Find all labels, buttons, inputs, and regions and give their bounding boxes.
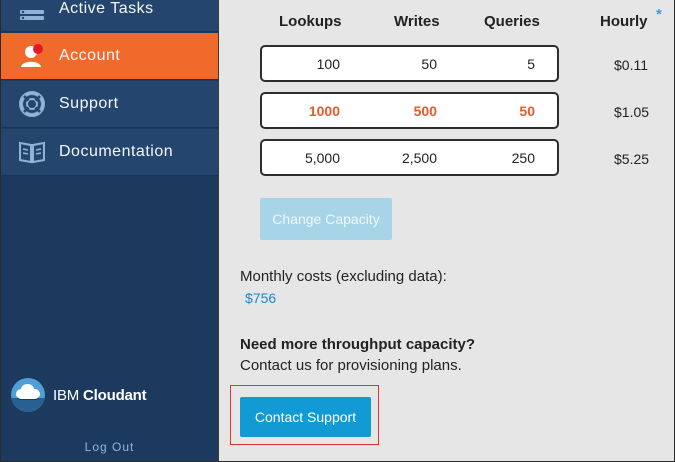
monthly-costs-label: Monthly costs (excluding data):	[240, 268, 447, 285]
queries-value: 50	[519, 103, 535, 119]
sidebar-item-label: Support	[59, 95, 119, 112]
hourly-price: $0.11	[614, 57, 648, 73]
sidebar-item-label: Account	[59, 47, 121, 64]
writes-value: 2,500	[401, 150, 437, 166]
change-capacity-button[interactable]: Change Capacity	[260, 198, 392, 240]
brand-logo: IBM Cloudant	[11, 378, 147, 412]
lookups-value: 100	[316, 56, 340, 72]
writes-value: 500	[413, 103, 437, 119]
sidebar-item-label: Active Tasks	[59, 0, 154, 17]
throughput-description: Contact us for provisioning plans.	[240, 357, 462, 374]
column-header-hourly: Hourly	[600, 13, 648, 30]
brand-name: IBM Cloudant	[53, 386, 147, 404]
sidebar-item-label: Documentation	[59, 143, 174, 160]
column-header-lookups: Lookups	[279, 13, 342, 30]
logout-link[interactable]: Log Out	[1, 440, 218, 454]
sidebar: Active Tasks Account Support Documentati…	[1, 0, 218, 461]
writes-value: 50	[421, 56, 437, 72]
sidebar-item-documentation[interactable]: Documentation	[1, 129, 218, 176]
contact-support-button[interactable]: Contact Support	[240, 397, 371, 437]
brand-cloudant: Cloudant	[83, 386, 147, 404]
sidebar-item-active-tasks[interactable]: Active Tasks	[1, 0, 218, 32]
sidebar-item-account[interactable]: Account	[1, 33, 218, 80]
monthly-costs-value: $756	[245, 290, 277, 306]
hourly-footnote-asterisk: *	[656, 6, 662, 23]
throughput-heading: Need more throughput capacity?	[240, 336, 476, 353]
lifebuoy-icon	[19, 91, 45, 117]
user-account-icon	[19, 43, 45, 69]
hourly-price: $5.25	[614, 151, 650, 167]
main-content: Lookups Writes Queries Hourly * 100 50 5…	[218, 0, 674, 461]
tasks-list-icon	[19, 0, 45, 22]
hourly-price: $1.05	[614, 104, 650, 120]
capacity-option-row-selected[interactable]: 1000 500 50	[260, 92, 559, 129]
capacity-option-row[interactable]: 5,000 2,500 250	[260, 139, 559, 176]
column-header-queries: Queries	[484, 13, 540, 30]
brand-ibm: IBM	[53, 386, 80, 404]
cloudant-logo-icon	[11, 378, 45, 412]
queries-value: 250	[511, 150, 535, 166]
sidebar-item-support[interactable]: Support	[1, 81, 218, 128]
lookups-value: 5,000	[304, 150, 340, 166]
column-header-writes: Writes	[394, 13, 440, 30]
lookups-value: 1000	[308, 103, 340, 119]
book-icon	[19, 139, 45, 165]
capacity-option-row[interactable]: 100 50 5	[260, 45, 559, 82]
queries-value: 5	[527, 56, 535, 72]
